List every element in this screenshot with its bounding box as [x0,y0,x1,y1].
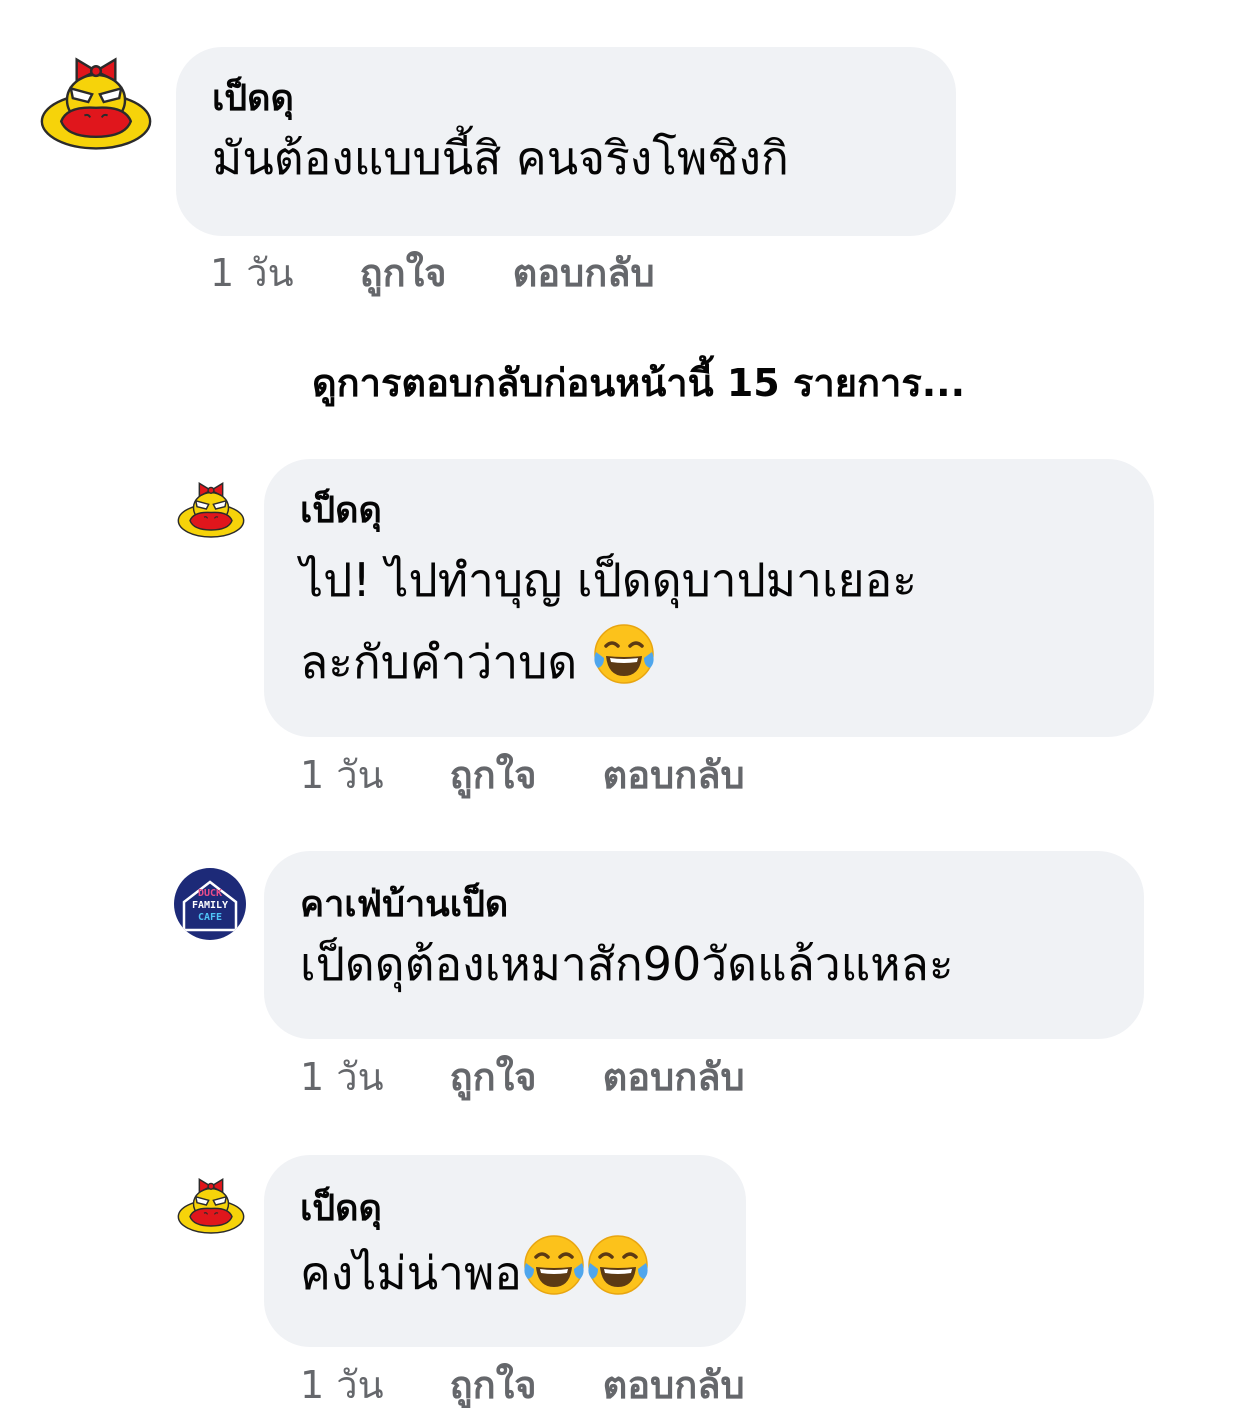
comment-author[interactable]: เป็ดดุ [300,1187,710,1231]
comment-text-line: เป็ดดุต้องเหมาสัก90วัดแล้วแหละ [300,937,954,991]
comment-text: ไป! ไปทำบุญ เป็ดดุบาปมาเยอะ ละกับคำว่าบด [300,539,1118,703]
laughing-tears-emoji [586,1233,650,1297]
reply-button[interactable]: ตอบกลับ [513,250,655,296]
comment-text-line: มันต้องแบบนี้สิ คนจริงโพชิงกิ [212,131,789,185]
comment-timestamp[interactable]: 1 วัน [210,250,294,296]
avatar-logo-line: DUCK [197,888,223,899]
reply-button[interactable]: ตอบกลับ [603,1054,745,1100]
comment-text-line: ไป! ไปทำบุญ เป็ดดุบาปมาเยอะ [300,553,917,607]
comment-bubble: เป็ดดุ คงไม่น่าพอ [264,1155,746,1347]
reply-button[interactable]: ตอบกลับ [603,1362,745,1408]
comment-actions: 1 วัน ถูกใจ ตอบกลับ [210,250,655,296]
reply-button[interactable]: ตอบกลับ [603,752,745,798]
comment-text-line: ละกับคำว่าบด [300,635,578,689]
comment-text: เป็ดดุต้องเหมาสัก90วัดแล้วแหละ [300,929,1108,999]
angry-duck-bow-avatar[interactable] [176,478,246,540]
comment-text: คงไม่น่าพอ [300,1233,710,1309]
like-button[interactable]: ถูกใจ [450,752,537,798]
comment-author[interactable]: คาเฟ่บ้านเป็ด [300,883,1108,927]
comment-author[interactable]: เป็ดดุ [212,77,920,121]
avatar-logo-line: CAFE [197,912,223,923]
like-button[interactable]: ถูกใจ [360,250,447,296]
angry-duck-bow-avatar[interactable] [38,52,154,152]
comment-timestamp[interactable]: 1 วัน [300,1054,384,1100]
like-button[interactable]: ถูกใจ [450,1362,537,1408]
comment-timestamp[interactable]: 1 วัน [300,1362,384,1408]
angry-duck-bow-avatar[interactable] [176,1174,246,1236]
comment-actions: 1 วัน ถูกใจ ตอบกลับ [300,1362,745,1408]
like-button[interactable]: ถูกใจ [450,1054,537,1100]
comment-bubble: เป็ดดุ มันต้องแบบนี้สิ คนจริงโพชิงกิ [176,47,956,236]
comment-bubble: เป็ดดุ ไป! ไปทำบุญ เป็ดดุบาปมาเยอะ ละกับ… [264,459,1154,737]
avatar-logo-text: DUCK FAMILY CAFE [174,888,246,924]
laughing-tears-emoji [522,1233,586,1297]
comment-actions: 1 วัน ถูกใจ ตอบกลับ [300,1054,745,1100]
comment-text-line: คงไม่น่าพอ [300,1246,522,1300]
view-previous-replies-link[interactable]: ดูการตอบกลับก่อนหน้านี้ 15 รายการ... [312,358,965,408]
comment-author[interactable]: เป็ดดุ [300,489,1118,533]
duck-family-cafe-logo-avatar[interactable]: DUCK FAMILY CAFE [174,868,246,940]
comment-bubble: คาเฟ่บ้านเป็ด เป็ดดุต้องเหมาสัก90วัดแล้ว… [264,851,1144,1039]
comment-actions: 1 วัน ถูกใจ ตอบกลับ [300,752,745,798]
laughing-tears-emoji [592,622,656,686]
comment-timestamp[interactable]: 1 วัน [300,752,384,798]
comment-text: มันต้องแบบนี้สิ คนจริงโพชิงกิ [212,123,920,193]
avatar-logo-line: FAMILY [191,900,229,911]
